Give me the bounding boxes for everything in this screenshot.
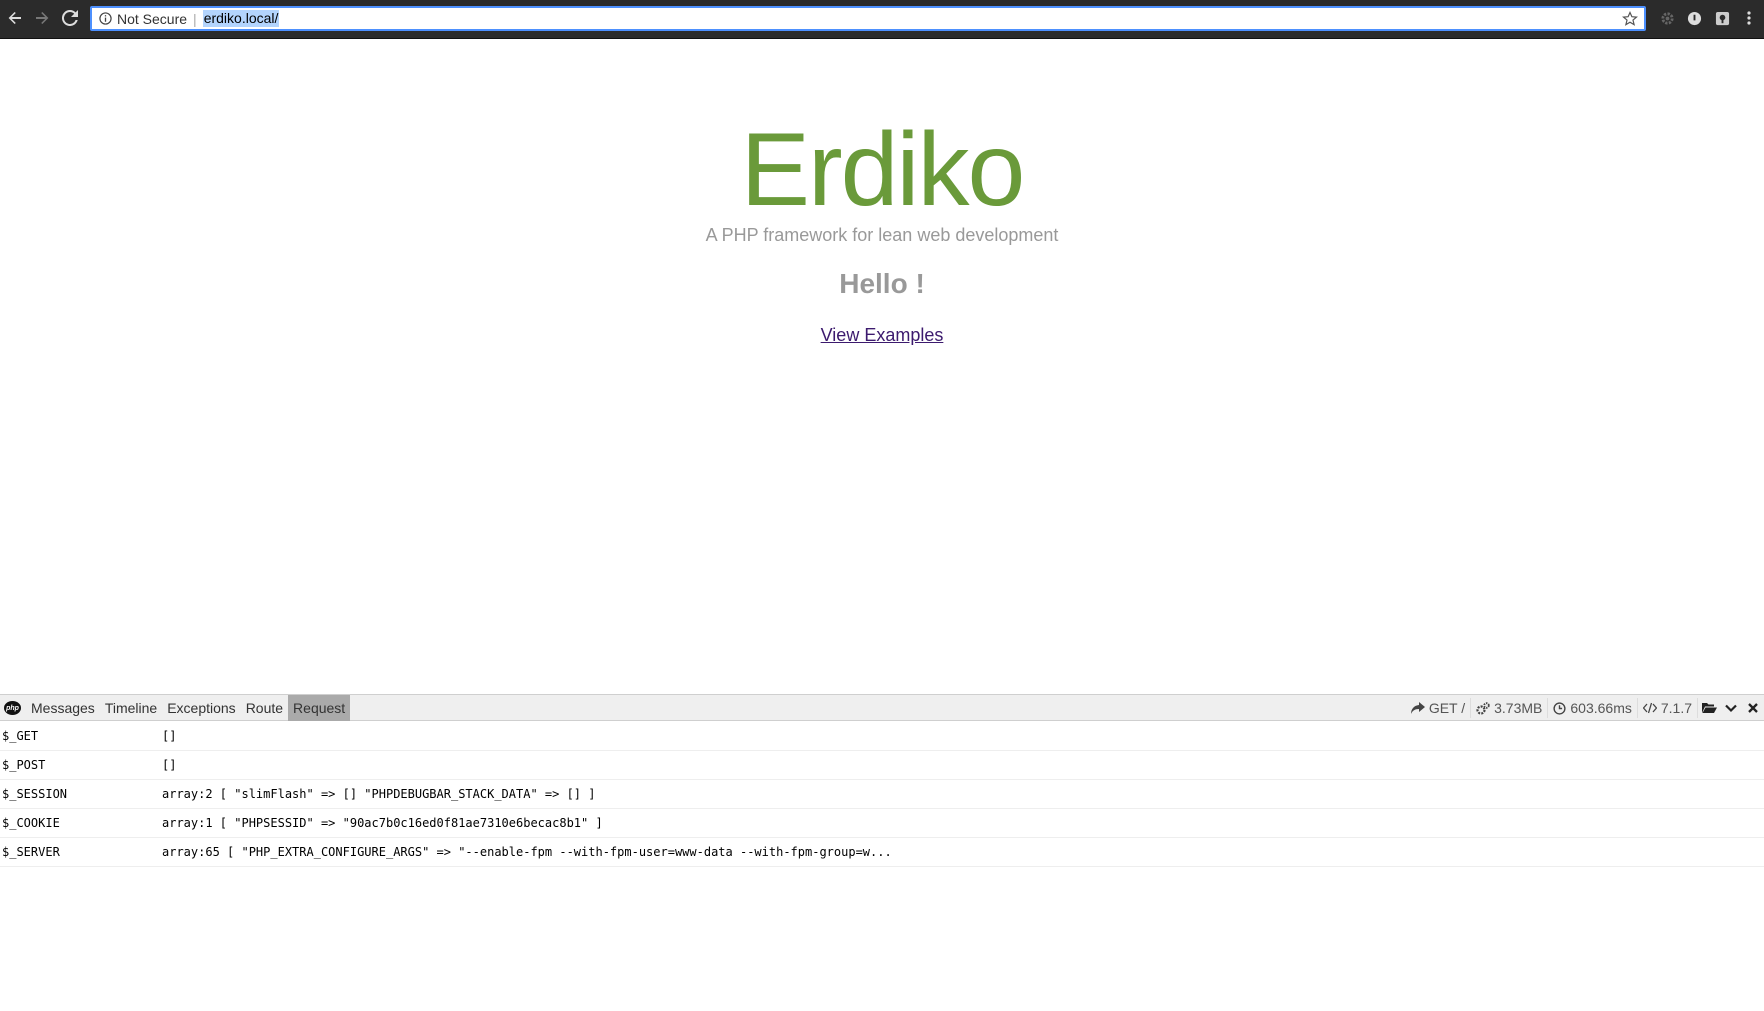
debugbar-indicators: GET / 3.73MB 603.66ms 7.1.7 (1406, 695, 1764, 721)
back-button[interactable] (3, 6, 27, 30)
tab-request[interactable]: Request (288, 695, 351, 721)
chevron-down-icon (1725, 704, 1737, 712)
site-title: Erdiko (740, 112, 1026, 228)
back-arrow-icon (8, 12, 21, 24)
variable-name: $_SESSION (2, 787, 68, 801)
bookmark-star-icon[interactable] (1622, 11, 1638, 27)
minimize-debugbar-button[interactable] (1720, 695, 1742, 721)
table-row: $_SERVER array:65 [ "PHP_EXTRA_CONFIGURE… (0, 838, 1764, 867)
browser-menu-icon[interactable] (1741, 10, 1757, 26)
extension-shield-icon[interactable] (1714, 10, 1730, 26)
table-row: $_POST [] (0, 751, 1764, 780)
info-icon[interactable] (98, 12, 112, 26)
forward-button[interactable] (30, 6, 54, 30)
code-icon (1642, 702, 1657, 714)
method-route-label: GET / (1428, 700, 1466, 716)
variable-value[interactable]: array:1 [ "PHPSESSID" => "90ac7b0c16ed0f… (162, 816, 1764, 830)
tab-exceptions[interactable]: Exceptions (162, 695, 240, 721)
request-variables-table: $_GET [] $_POST [] $_SESSION array:2 [ "… (0, 722, 1764, 867)
security-status-label[interactable]: Not Secure (117, 11, 187, 27)
view-examples-link[interactable]: View Examples (821, 325, 944, 345)
variable-value[interactable]: [] (162, 729, 1764, 743)
table-row: $_SESSION array:2 [ "slimFlash" => [] "P… (0, 780, 1764, 809)
table-row: $_GET [] (0, 722, 1764, 751)
memory-indicator[interactable]: 3.73MB (1471, 698, 1549, 718)
duration-indicator[interactable]: 603.66ms (1548, 698, 1638, 718)
duration-value: 603.66ms (1570, 700, 1632, 716)
tab-route[interactable]: Route (241, 695, 288, 721)
site-tagline: A PHP framework for lean web development (705, 225, 1059, 245)
cogs-icon (1476, 701, 1490, 715)
close-debugbar-button[interactable] (1742, 695, 1764, 721)
memory-value: 3.73MB (1494, 700, 1543, 716)
forward-arrow-icon (36, 12, 49, 24)
php-version-value: 7.1.7 (1660, 700, 1692, 716)
url-text[interactable]: erdiko.local/ (202, 10, 280, 27)
php-debugbar: php Messages Timeline Exceptions Route R… (0, 694, 1764, 1011)
extension-gear-icon[interactable] (1659, 10, 1675, 26)
share-arrow-icon (1410, 702, 1425, 714)
tab-messages[interactable]: Messages (26, 695, 100, 721)
variable-name: $_SERVER (2, 845, 60, 859)
debugbar-header: php Messages Timeline Exceptions Route R… (0, 694, 1764, 721)
view-examples-container: View Examples (0, 325, 1764, 346)
variable-value[interactable]: array:2 [ "slimFlash" => [] "PHPDEBUGBAR… (162, 787, 1764, 801)
clock-icon (1553, 701, 1566, 715)
address-bar[interactable]: Not Secure | erdiko.local/ (90, 6, 1646, 31)
variable-value[interactable]: [] (162, 758, 1764, 772)
variable-value[interactable]: array:65 [ "PHP_EXTRA_CONFIGURE_ARGS" =>… (162, 845, 1764, 859)
greeting-heading: Hello ! (839, 268, 925, 299)
tab-timeline[interactable]: Timeline (100, 695, 162, 721)
debugbar-tabs: Messages Timeline Exceptions Route Reque… (26, 695, 351, 721)
close-icon (1748, 703, 1758, 713)
browser-toolbar: Not Secure | erdiko.local/ (0, 0, 1764, 39)
php-logo-icon[interactable]: php (4, 701, 21, 715)
folder-open-icon (1701, 703, 1717, 713)
variable-name: $_COOKIE (2, 816, 60, 830)
method-route-indicator[interactable]: GET / (1406, 698, 1472, 718)
variable-name: $_POST (2, 758, 46, 772)
reload-icon (62, 10, 78, 26)
variable-name: $_GET (2, 729, 39, 743)
table-row: $_COOKIE array:1 [ "PHPSESSID" => "90ac7… (0, 809, 1764, 838)
php-version-indicator[interactable]: 7.1.7 (1638, 698, 1698, 718)
extension-circle-icon[interactable] (1686, 10, 1702, 26)
open-folder-button[interactable] (1698, 695, 1720, 721)
address-separator: | (193, 10, 197, 27)
reload-button[interactable] (58, 6, 82, 30)
